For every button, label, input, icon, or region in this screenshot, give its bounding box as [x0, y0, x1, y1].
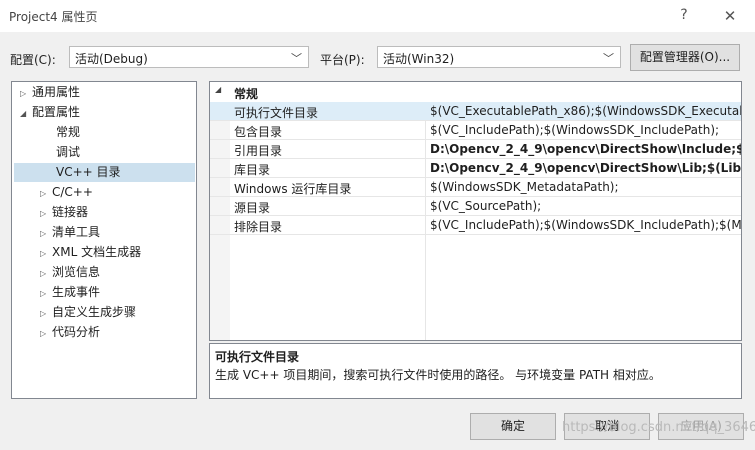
property-row[interactable]: Windows 运行库目录 $(WindowsSDK_MetadataPath);: [210, 178, 741, 197]
description-text: 生成 VC++ 项目期间，搜索可执行文件时使用的路径。 与环境变量 PATH 相…: [215, 368, 661, 382]
expand-arrow-icon[interactable]: ▷: [20, 84, 32, 103]
config-dropdown[interactable]: 活动(Debug) ﹀: [69, 46, 309, 68]
tree-item-vc-directories[interactable]: VC++ 目录: [14, 163, 195, 182]
tree-item-cpp[interactable]: ▷ C/C++: [40, 183, 93, 202]
platform-label: 平台(P):: [320, 53, 365, 67]
tree-item-config-props[interactable]: ◢ 配置属性: [20, 103, 80, 122]
tree-item-label: 配置属性: [32, 105, 81, 119]
property-row[interactable]: 源目录 $(VC_SourcePath);: [210, 197, 741, 216]
tree-item-xml-doc[interactable]: ▷ XML 文档生成器: [40, 243, 141, 262]
window-title: Project4 属性页: [9, 10, 98, 24]
expand-arrow-icon[interactable]: ▷: [40, 204, 52, 223]
tree-item-custom-build[interactable]: ▷ 自定义生成步骤: [40, 303, 136, 322]
platform-value: 活动(Win32): [383, 52, 455, 66]
expand-arrow-icon[interactable]: ▷: [40, 324, 52, 343]
tree-item-general[interactable]: ▷ 通用属性: [20, 83, 80, 102]
tree-item-code-analysis[interactable]: ▷ 代码分析: [40, 323, 100, 342]
expand-arrow-icon[interactable]: ▷: [40, 224, 52, 243]
chevron-down-icon: ﹀: [603, 52, 614, 65]
expand-arrow-icon[interactable]: ▷: [40, 244, 52, 263]
close-icon[interactable]: ✕: [721, 7, 739, 25]
help-button[interactable]: ?: [676, 7, 692, 25]
property-grid: ◢ 常规 可执行文件目录 $(VC_ExecutablePath_x86);$(W…: [209, 81, 742, 341]
platform-dropdown[interactable]: 活动(Win32) ﹀: [377, 46, 621, 68]
title-bar: Project4 属性页 ? ✕: [0, 0, 755, 32]
expand-arrow-icon[interactable]: ▷: [40, 284, 52, 303]
category-title: 常规: [234, 87, 259, 101]
description-title: 可执行文件目录: [215, 350, 300, 364]
tree-item-build-events[interactable]: ▷ 生成事件: [40, 283, 100, 302]
tree-item-manifest[interactable]: ▷ 清单工具: [40, 223, 100, 242]
property-row[interactable]: 可执行文件目录 $(VC_ExecutablePath_x86);$(Window…: [210, 102, 741, 121]
tree-item-general-settings[interactable]: 常规: [56, 123, 80, 142]
expand-arrow-icon[interactable]: ▷: [40, 184, 52, 203]
expand-arrow-icon[interactable]: ▷: [40, 304, 52, 323]
property-row[interactable]: 包含目录 $(VC_IncludePath);$(WindowsSDK_Inclu…: [210, 121, 741, 140]
config-manager-button[interactable]: 配置管理器(O)...: [630, 44, 740, 71]
chevron-down-icon: ﹀: [291, 52, 302, 65]
property-row[interactable]: 排除目录 $(VC_IncludePath);$(WindowsSDK_Inclu…: [210, 216, 741, 235]
config-label: 配置(C):: [10, 53, 56, 67]
property-row[interactable]: 引用目录 D:\Opencv_2_4_9\opencv\DirectShow\In…: [210, 140, 741, 159]
expand-arrow-icon[interactable]: ▷: [40, 264, 52, 283]
ok-button[interactable]: 确定: [470, 413, 556, 440]
config-value: 活动(Debug): [75, 52, 148, 66]
collapse-arrow-icon[interactable]: ◢: [215, 85, 221, 94]
collapse-arrow-icon[interactable]: ◢: [20, 104, 32, 123]
grid-category[interactable]: ◢ 常规: [210, 82, 741, 102]
tree-item-linker[interactable]: ▷ 链接器: [40, 203, 88, 222]
watermark: https://blog.csdn.net/qq_36464048: [562, 420, 755, 435]
tree-item-label: 通用属性: [32, 85, 81, 99]
description-panel: 可执行文件目录 生成 VC++ 项目期间，搜索可执行文件时使用的路径。 与环境变…: [209, 343, 742, 399]
property-tree: ▷ 通用属性 ◢ 配置属性 常规 调试 VC++ 目录 ▷ C/C++ ▷ 链接器 ▷ 清…: [11, 81, 197, 399]
tree-item-debugging[interactable]: 调试: [56, 143, 80, 162]
property-row[interactable]: 库目录 D:\Opencv_2_4_9\opencv\DirectShow\Lib…: [210, 159, 741, 178]
tree-item-browse-info[interactable]: ▷ 浏览信息: [40, 263, 100, 282]
